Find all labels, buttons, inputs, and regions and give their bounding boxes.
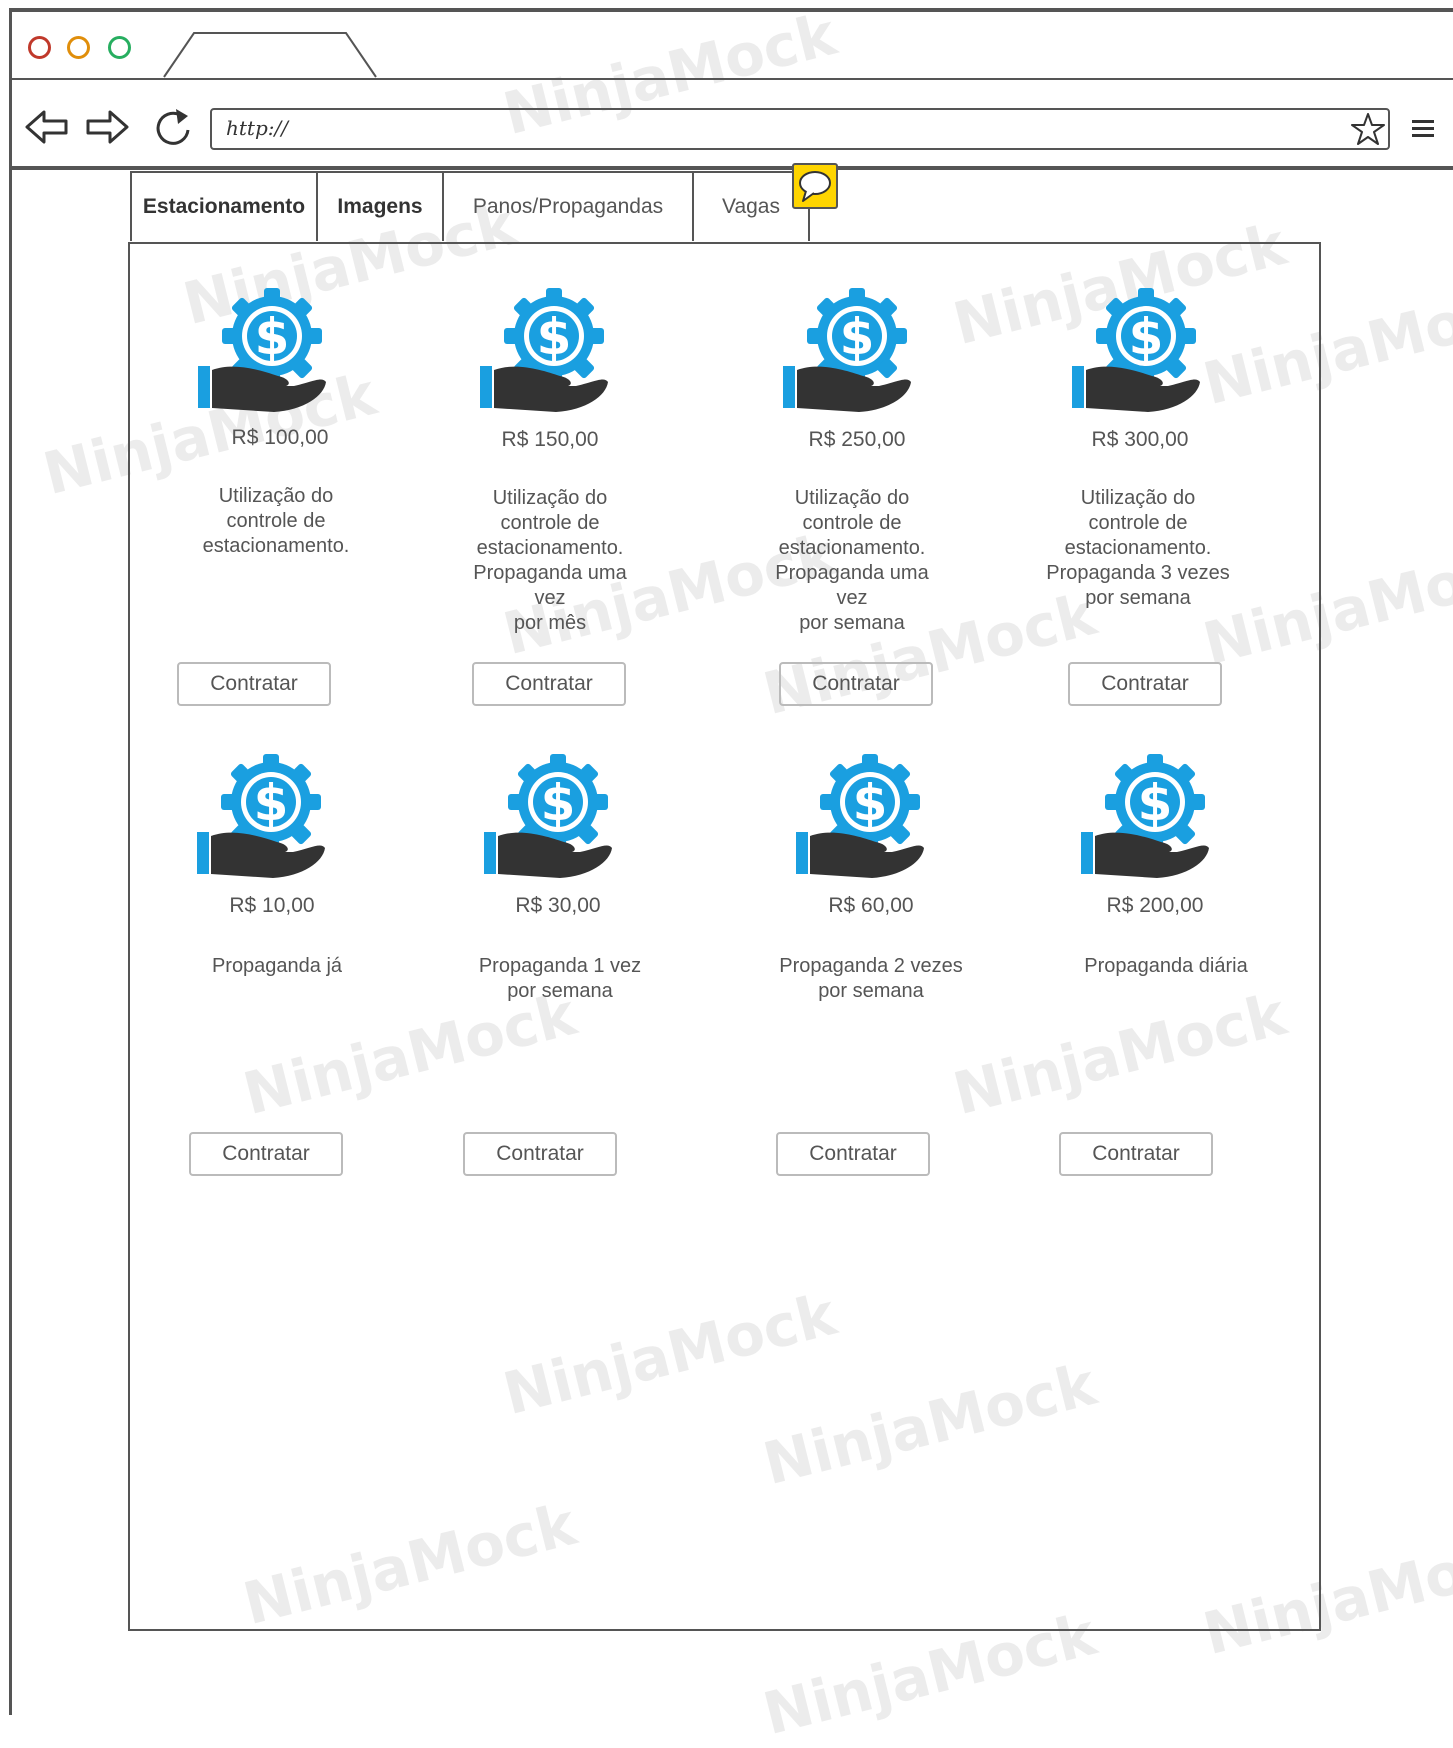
contract-button[interactable]: Contratar — [1059, 1132, 1213, 1176]
plan-description: Utilização do controle de estacionamento… — [1046, 487, 1230, 609]
comment-note-icon[interactable] — [792, 163, 838, 209]
svg-text:$: $ — [537, 308, 572, 366]
close-window-button[interactable] — [28, 36, 51, 59]
bookmark-star-icon[interactable] — [1350, 111, 1386, 147]
svg-text:$: $ — [541, 774, 576, 832]
tab-panos-propagandas[interactable]: Panos/Propagandas — [444, 171, 694, 241]
plan-description: Propaganda 2 vezes por semana — [779, 955, 963, 1002]
plan-description: Propaganda 1 vez por semana — [478, 955, 642, 1002]
browser-tab[interactable] — [160, 27, 380, 81]
svg-text:$: $ — [255, 308, 290, 366]
plan-description: Utilização do controle de estacionamento… — [775, 487, 929, 634]
svg-text:$: $ — [840, 308, 875, 366]
svg-text:$: $ — [1129, 308, 1164, 366]
plan-price: R$ 10,00 — [229, 894, 315, 917]
svg-text:$: $ — [1138, 774, 1173, 832]
contract-button[interactable]: Contratar — [472, 662, 626, 706]
money-hand-icon: $ — [1081, 754, 1209, 878]
address-bar[interactable] — [210, 108, 1390, 150]
tab-bar: Estacionamento Imagens Panos/Propagandas… — [130, 171, 810, 243]
tab-estacionamento[interactable]: Estacionamento — [130, 171, 318, 241]
plan-description: Propaganda diária — [1084, 955, 1248, 977]
svg-text:$: $ — [853, 774, 888, 832]
plan-description: Propaganda já — [211, 955, 343, 977]
plan-price: R$ 100,00 — [231, 426, 329, 449]
plan-price: R$ 150,00 — [501, 428, 599, 451]
plan-price: R$ 60,00 — [828, 894, 914, 917]
reload-icon[interactable] — [150, 106, 200, 150]
money-hand-icon: $ — [197, 754, 325, 878]
minimize-window-button[interactable] — [67, 36, 90, 59]
maximize-window-button[interactable] — [108, 36, 131, 59]
tab-imagens[interactable]: Imagens — [318, 171, 444, 241]
money-hand-icon: $ — [480, 288, 608, 412]
menu-icon[interactable] — [1410, 118, 1438, 140]
plan-price: R$ 200,00 — [1106, 894, 1204, 917]
plan-price: R$ 30,00 — [515, 894, 601, 917]
svg-text:$: $ — [254, 774, 289, 832]
money-hand-icon: $ — [1072, 288, 1200, 412]
contract-button[interactable]: Contratar — [1068, 662, 1222, 706]
plan-description: Utilização do controle de estacionamento… — [202, 485, 350, 557]
contract-button[interactable]: Contratar — [463, 1132, 617, 1176]
contract-button[interactable]: Contratar — [189, 1132, 343, 1176]
money-hand-icon: $ — [484, 754, 612, 878]
back-arrow-icon[interactable] — [24, 108, 70, 146]
plan-price: R$ 250,00 — [808, 428, 906, 451]
toolbar-divider — [9, 166, 1453, 170]
plan-price: R$ 300,00 — [1091, 428, 1189, 451]
address-text: http:// — [226, 116, 288, 140]
contract-button[interactable]: Contratar — [776, 1132, 930, 1176]
money-hand-icon: $ — [783, 288, 911, 412]
plan-description: Utilização do controle de estacionamento… — [473, 487, 627, 634]
contract-button[interactable]: Contratar — [779, 662, 933, 706]
money-hand-icon: $ — [198, 288, 326, 412]
forward-arrow-icon[interactable] — [84, 108, 130, 146]
contract-button[interactable]: Contratar — [177, 662, 331, 706]
money-hand-icon: $ — [796, 754, 924, 878]
